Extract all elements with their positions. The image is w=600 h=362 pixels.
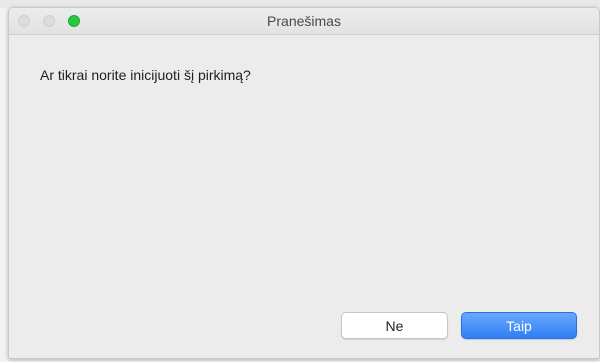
window-title: Pranešimas [267, 13, 341, 29]
no-button[interactable]: Ne [341, 312, 448, 339]
dialog-window: Pranešimas Ar tikrai norite inicijuoti š… [8, 7, 600, 359]
dialog-message: Ar tikrai norite inicijuoti šį pirkimą? [40, 67, 251, 83]
title-bar: Pranešimas [9, 8, 599, 35]
yes-button[interactable]: Taip [461, 312, 577, 339]
